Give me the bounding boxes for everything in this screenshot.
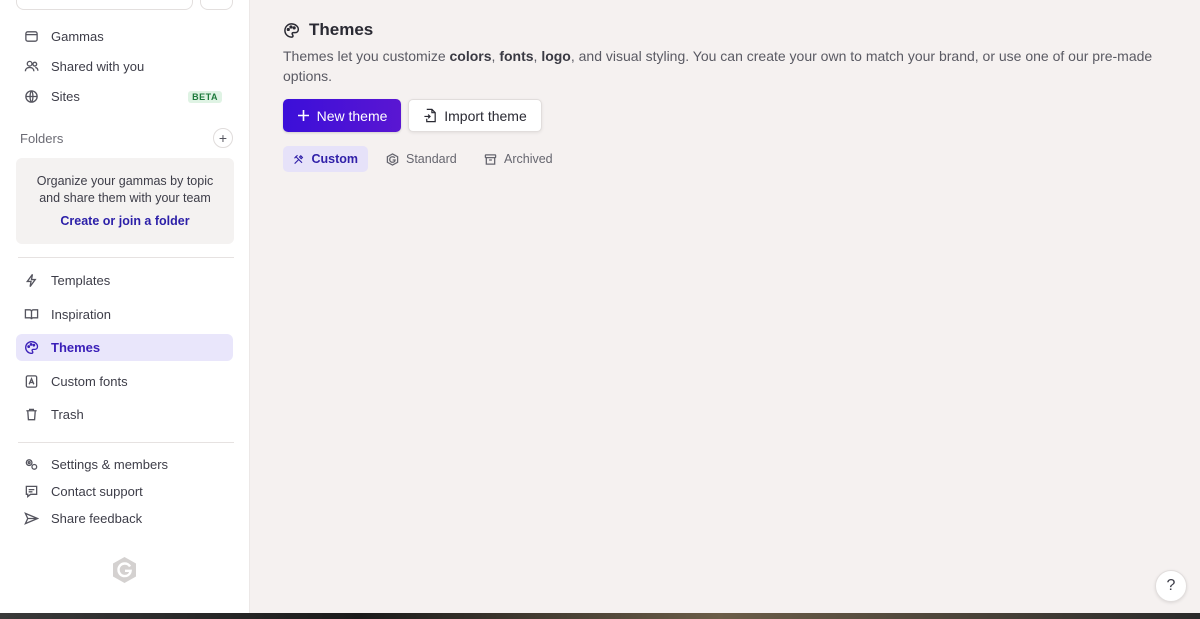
- globe-icon: [23, 89, 39, 105]
- sidebar-item-label: Sites: [51, 89, 80, 104]
- sidebar-item-label: Trash: [51, 407, 84, 422]
- tab-label: Custom: [311, 152, 358, 166]
- sidebar-item-trash[interactable]: Trash: [16, 401, 233, 428]
- sidebar-item-label: Templates: [51, 273, 111, 288]
- file-import-icon: [424, 108, 437, 123]
- sidebar-item-label: Inspiration: [51, 307, 111, 322]
- sidebar-item-shared[interactable]: Shared with you: [16, 53, 233, 80]
- sidebar-item-label: Settings & members: [51, 457, 169, 472]
- tab-custom[interactable]: Custom: [283, 146, 368, 172]
- sidebar-item-templates[interactable]: Templates: [16, 267, 233, 294]
- window-bottom-edge: [0, 613, 1200, 619]
- sidebar-item-label: Themes: [51, 340, 101, 355]
- tab-archived[interactable]: Archived: [474, 146, 563, 172]
- sidebar-toggle-button[interactable]: [200, 0, 233, 10]
- settings-icon: [23, 457, 39, 473]
- sidebar: Gammas Shared with you Sites BETA Folder…: [0, 0, 250, 619]
- sidebar-item-themes[interactable]: Themes: [16, 334, 233, 361]
- sidebar-item-label: Shared with you: [51, 59, 145, 74]
- bolt-icon: [23, 273, 39, 289]
- users-icon: [23, 59, 39, 75]
- sidebar-item-contact-support[interactable]: Contact support: [16, 478, 233, 505]
- book-icon: [23, 307, 39, 323]
- desc-text: Themes let you customize: [283, 48, 450, 64]
- new-theme-label: New theme: [316, 107, 388, 124]
- sidebar-item-label: Share feedback: [51, 511, 143, 526]
- main-content: Themes Themes let you customize colors, …: [250, 0, 1200, 619]
- page-title: Themes: [283, 20, 373, 40]
- folders-empty-card: Organize your gammas by topic and share …: [16, 158, 234, 244]
- folders-empty-text: Organize your gammas by topic and share …: [36, 174, 214, 205]
- sidebar-item-sites[interactable]: Sites BETA: [16, 83, 233, 110]
- tab-standard[interactable]: Standard: [376, 146, 467, 172]
- stack-icon: [23, 29, 39, 45]
- import-theme-label: Import theme: [444, 107, 527, 124]
- sidebar-item-label: Contact support: [51, 484, 143, 499]
- beta-badge: BETA: [188, 91, 222, 103]
- sidebar-item-custom-fonts[interactable]: Custom fonts: [16, 368, 233, 395]
- new-theme-button[interactable]: New theme: [283, 99, 401, 132]
- create-folder-link[interactable]: Create or join a folder: [16, 214, 234, 228]
- palette-icon: [23, 340, 39, 356]
- page-title-text: Themes: [309, 20, 374, 39]
- tab-label: Standard: [406, 152, 457, 166]
- custom-icon: [294, 154, 304, 164]
- gamma-icon: [386, 152, 399, 166]
- trash-icon: [23, 407, 39, 423]
- font-icon: [23, 374, 39, 390]
- send-icon: [23, 511, 39, 527]
- search-input[interactable]: [16, 0, 193, 10]
- sidebar-divider: [18, 442, 234, 443]
- sidebar-item-settings[interactable]: Settings & members: [16, 451, 233, 478]
- desc-bold: colors: [449, 48, 492, 64]
- help-button[interactable]: ?: [1155, 570, 1187, 602]
- chat-icon: [23, 484, 39, 500]
- sidebar-item-inspiration[interactable]: Inspiration: [16, 301, 233, 328]
- add-folder-button[interactable]: +: [213, 128, 233, 148]
- import-theme-button[interactable]: Import theme: [408, 99, 542, 132]
- folders-heading: Folders: [20, 131, 64, 146]
- palette-icon: [283, 22, 300, 39]
- sidebar-item-gammas[interactable]: Gammas: [16, 23, 233, 50]
- tab-label: Archived: [504, 152, 553, 166]
- desc-bold: logo: [541, 48, 571, 64]
- plus-icon: [297, 110, 309, 121]
- sidebar-item-label: Custom fonts: [51, 374, 128, 389]
- sidebar-item-share-feedback[interactable]: Share feedback: [16, 505, 233, 532]
- sidebar-divider: [18, 257, 234, 258]
- desc-bold: fonts: [499, 48, 534, 64]
- page-description: Themes let you customize colors, fonts, …: [283, 46, 1153, 86]
- gamma-logo: [113, 557, 136, 583]
- sidebar-item-label: Gammas: [51, 29, 104, 44]
- archive-icon: [484, 153, 497, 165]
